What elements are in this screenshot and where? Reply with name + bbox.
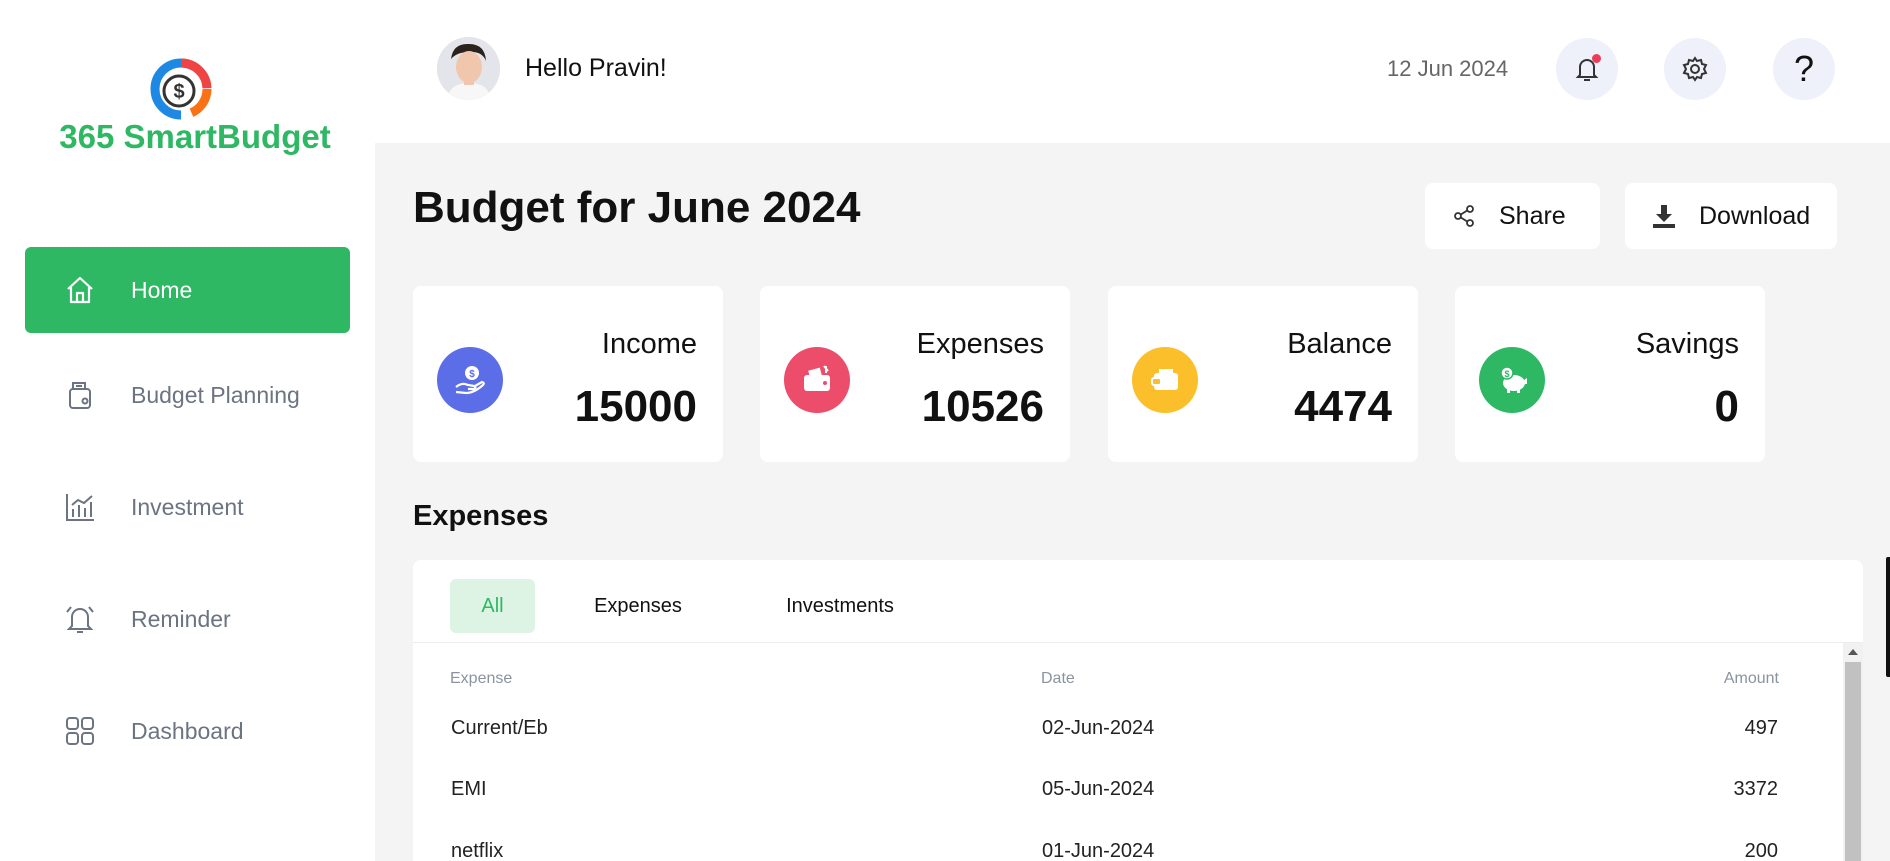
help-button[interactable]: ? <box>1773 38 1835 100</box>
balance-card: Balance 4474 <box>1108 286 1418 462</box>
share-icon <box>1425 203 1499 229</box>
sidebar: $ 365 SmartBudget Home Budget Planning I… <box>0 0 375 861</box>
expenses-label: Expenses <box>916 328 1044 360</box>
help-icon: ? <box>1793 48 1815 89</box>
sidebar-item-label: Home <box>131 276 193 303</box>
savings-label: Savings <box>1635 328 1739 360</box>
sidebar-item-reminder[interactable]: Reminder <box>25 576 350 662</box>
download-button[interactable]: Download <box>1625 183 1837 249</box>
date-cell: 01-Jun-2024 <box>1042 840 1155 861</box>
date-cell: 02-Jun-2024 <box>1042 717 1155 739</box>
greeting-text: Hello Pravin! <box>525 54 667 82</box>
scroll-up-arrow-icon[interactable] <box>1848 649 1858 655</box>
current-date: 12 Jun 2024 <box>1387 56 1509 81</box>
amount-cell: 497 <box>1744 717 1778 739</box>
wallet-icon <box>784 347 850 413</box>
table-row[interactable]: EMI 05-Jun-2024 3372 <box>413 778 1843 838</box>
income-value: 15000 <box>574 382 697 431</box>
app: $ 365 SmartBudget Home Budget Planning I… <box>0 0 1890 861</box>
tab-investments[interactable]: Investments <box>775 579 905 633</box>
savings-value: 0 <box>1714 382 1739 431</box>
top-header: Hello Pravin! 12 Jun 2024 ? <box>375 0 1890 143</box>
svg-text:$: $ <box>1504 369 1509 379</box>
balance-icon <box>1132 347 1198 413</box>
wallet-icon <box>61 376 99 414</box>
sidebar-item-label: Investment <box>131 493 244 520</box>
expense-cell: EMI <box>451 778 487 800</box>
tab-expenses[interactable]: Expenses <box>583 579 693 633</box>
sidebar-item-budget-planning[interactable]: Budget Planning <box>25 352 350 438</box>
chart-icon <box>61 488 99 526</box>
piggy-bank-icon: $ <box>1479 347 1545 413</box>
expenses-value: 10526 <box>921 382 1044 431</box>
grid-icon <box>61 712 99 750</box>
expense-cell: Current/Eb <box>451 717 548 739</box>
column-header-expense[interactable]: Expense <box>450 670 512 688</box>
avatar[interactable] <box>437 37 500 100</box>
svg-text:$: $ <box>173 81 184 103</box>
date-cell: 05-Jun-2024 <box>1042 778 1155 800</box>
sidebar-item-label: Reminder <box>131 605 231 632</box>
share-label: Share <box>1499 201 1566 230</box>
side-panel-handle[interactable] <box>1886 557 1890 677</box>
main-content: Budget for June 2024 Share Download $ In… <box>375 143 1890 861</box>
sidebar-item-label: Budget Planning <box>131 381 300 408</box>
page-title: Budget for June 2024 <box>413 183 861 232</box>
expense-cell: netflix <box>451 840 504 861</box>
savings-card: $ Savings 0 <box>1455 286 1765 462</box>
settings-button[interactable] <box>1664 38 1726 100</box>
sidebar-item-investment[interactable]: Investment <box>25 464 350 550</box>
brand-logo-icon: $ <box>148 56 214 122</box>
expenses-panel: All Expenses Investments Expense Date Am… <box>413 560 1863 861</box>
notifications-button[interactable] <box>1556 38 1618 100</box>
download-icon <box>1625 203 1699 229</box>
gear-icon <box>1681 55 1709 83</box>
table-row[interactable]: netflix 01-Jun-2024 200 <box>413 840 1843 861</box>
expenses-card: Expenses 10526 <box>760 286 1070 462</box>
alarm-icon <box>61 600 99 638</box>
column-header-amount[interactable]: Amount <box>1724 670 1779 688</box>
download-label: Download <box>1699 201 1811 230</box>
sidebar-item-label: Dashboard <box>131 717 244 744</box>
sidebar-item-home[interactable]: Home <box>25 247 350 333</box>
income-card: $ Income 15000 <box>413 286 723 462</box>
expense-tabs: All Expenses Investments <box>413 560 1863 643</box>
balance-label: Balance <box>1287 328 1392 360</box>
tab-all[interactable]: All <box>450 579 535 633</box>
expenses-section-title: Expenses <box>413 500 549 532</box>
svg-text:$: $ <box>469 369 475 380</box>
scrollbar-thumb[interactable] <box>1845 662 1861 861</box>
table-row[interactable]: Current/Eb 02-Jun-2024 497 <box>413 717 1843 777</box>
brand-name: 365 SmartBudget <box>59 118 331 155</box>
share-button[interactable]: Share <box>1425 183 1600 249</box>
balance-value: 4474 <box>1294 382 1392 431</box>
income-icon: $ <box>437 347 503 413</box>
income-label: Income <box>601 328 697 360</box>
notification-dot <box>1592 54 1601 63</box>
amount-cell: 200 <box>1744 840 1778 861</box>
column-header-date[interactable]: Date <box>1041 670 1075 688</box>
sidebar-item-dashboard[interactable]: Dashboard <box>25 688 350 774</box>
amount-cell: 3372 <box>1733 778 1779 800</box>
home-icon <box>61 271 99 309</box>
